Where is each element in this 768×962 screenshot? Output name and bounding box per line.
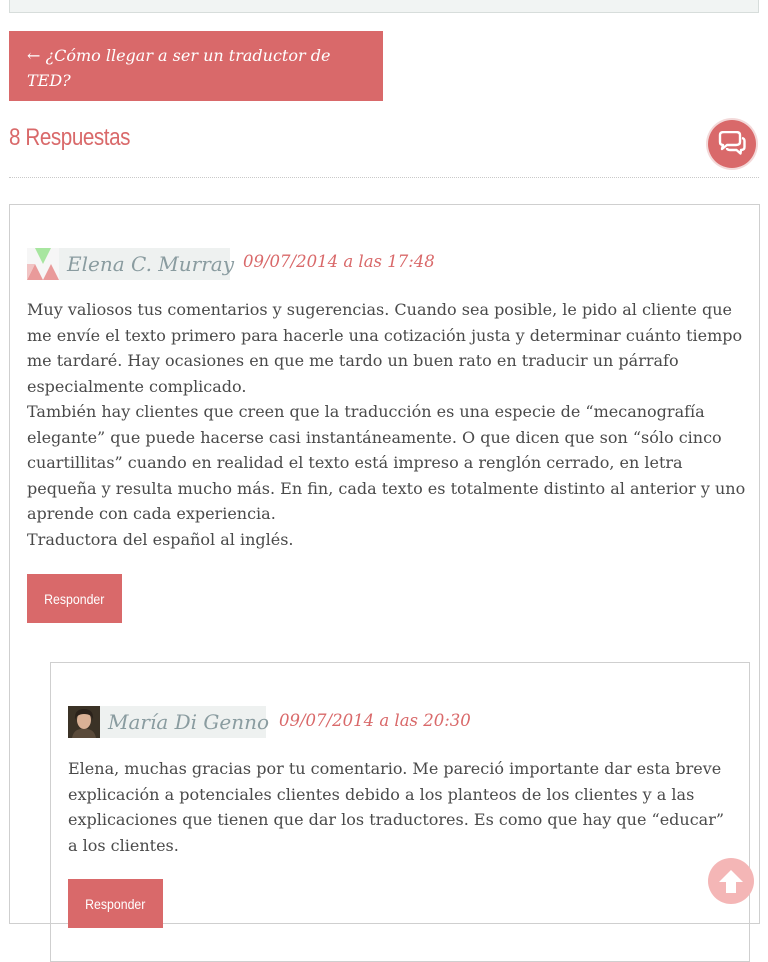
comment-paragraph: Muy valiosos tus comentarios y sugerenci…: [27, 300, 743, 396]
back-to-top-button[interactable]: [708, 858, 754, 904]
author-name[interactable]: Elena C. Murray: [59, 252, 242, 276]
reply-button[interactable]: Responder: [27, 574, 122, 623]
author-name[interactable]: María Di Genno: [100, 710, 277, 734]
avatar: [27, 248, 59, 280]
reply-button-label: Responder: [44, 590, 105, 607]
previous-section-strip: [9, 0, 759, 13]
avatar: [68, 706, 100, 738]
responses-count-title: 8 Respuestas: [9, 124, 131, 151]
reply-button[interactable]: Responder: [68, 879, 163, 928]
chat-bubbles-icon: [718, 131, 746, 155]
comment-body: Elena, muchas gracias por tu comentario.…: [68, 756, 738, 858]
chat-button[interactable]: [708, 120, 756, 168]
comment-author: María Di Genno: [68, 706, 269, 738]
section-divider: [9, 177, 759, 178]
arrow-up-icon: [719, 870, 743, 893]
previous-post-link[interactable]: ← ¿Cómo llegar a ser un traductor de TED…: [9, 31, 383, 101]
comment-signature: Traductora del español al inglés.: [27, 529, 294, 549]
comment-author: Elena C. Murray: [27, 248, 234, 280]
comment-date[interactable]: 09/07/2014 a las 17:48: [243, 252, 435, 271]
reply-button-label: Responder: [85, 895, 146, 912]
comment-paragraph: Elena, muchas gracias por tu comentario.…: [68, 759, 725, 855]
comment-body: Muy valiosos tus comentarios y sugerenci…: [27, 297, 747, 552]
comment-paragraph: También hay clientes que creen que la tr…: [27, 402, 746, 523]
comment-date[interactable]: 09/07/2014 a las 20:30: [279, 711, 471, 730]
